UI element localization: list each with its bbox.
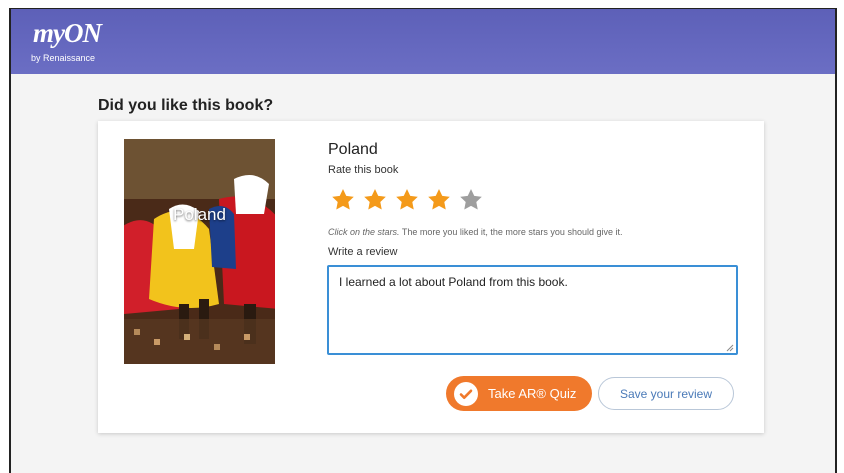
rating-hint-emphasis: Click on the stars. [328,227,400,237]
star-4[interactable] [424,185,454,215]
star-rating [328,185,486,215]
book-cover: Poland [124,139,275,364]
save-review-button[interactable]: Save your review [598,377,734,410]
logo-subtitle: by Renaissance [31,53,96,63]
star-3[interactable] [392,185,422,215]
star-5[interactable] [456,185,486,215]
rating-hint: Click on the stars. The more you liked i… [328,227,622,237]
take-ar-quiz-button[interactable]: Take AR® Quiz [446,376,592,411]
star-1[interactable] [328,185,358,215]
resize-grip-icon[interactable] [726,344,734,352]
review-textarea[interactable]: I learned a lot about Poland from this b… [327,265,738,355]
rating-hint-text: The more you liked it, the more stars yo… [399,227,623,237]
review-label: Write a review [328,246,398,258]
review-card: Poland Poland Rate this book Click on th… [98,121,764,433]
checkmark-icon [454,381,478,406]
take-ar-quiz-label: Take AR® Quiz [488,386,577,401]
cover-title: Poland [173,205,226,224]
book-title: Poland [328,141,378,158]
star-2[interactable] [360,185,390,215]
page-title: Did you like this book? [98,97,274,114]
myon-logo[interactable]: myON [33,18,102,49]
app-frame: myON by Renaissance Did you like this bo… [9,8,837,473]
rate-label: Rate this book [328,164,399,176]
cover-photo [124,139,275,364]
top-bar: myON by Renaissance [11,9,835,74]
